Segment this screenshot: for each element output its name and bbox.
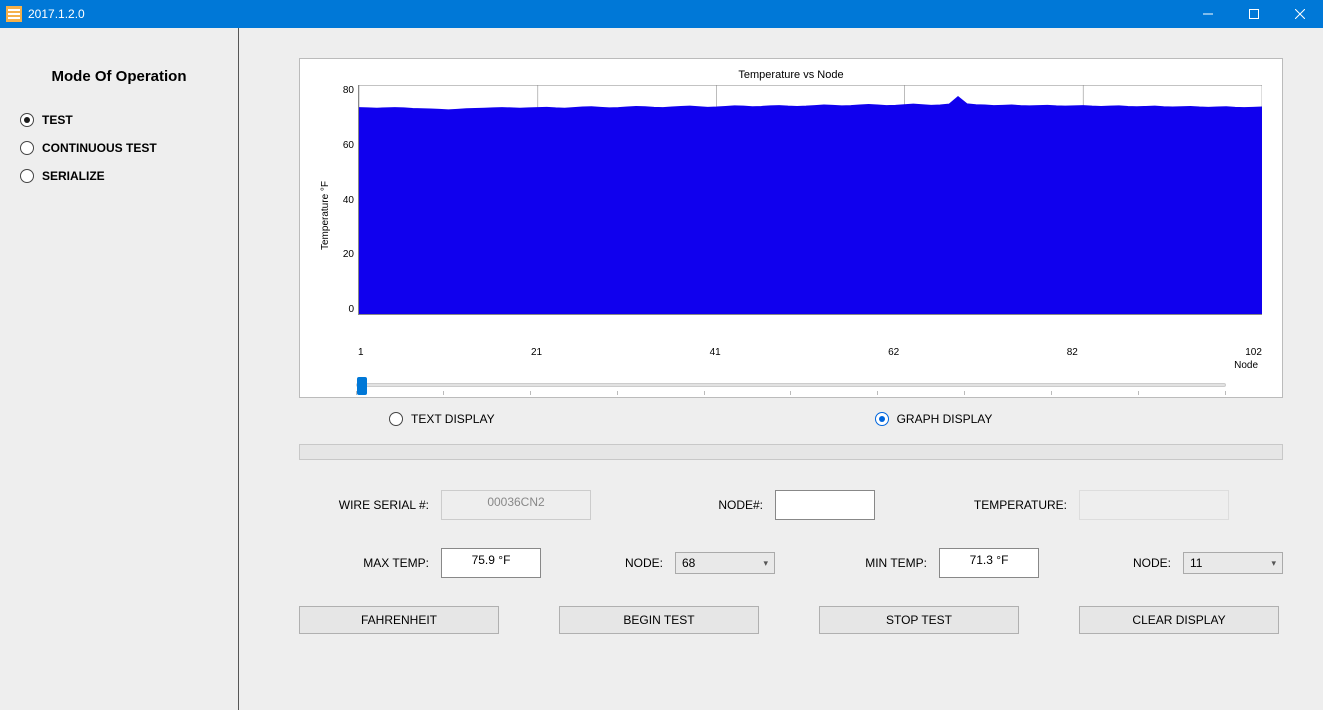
plot-area bbox=[358, 85, 1262, 315]
wire-serial-label: WIRE SERIAL #: bbox=[299, 498, 429, 512]
main-panel: Temperature vs Node Temperature °F 80 60… bbox=[239, 28, 1323, 710]
window-title: 2017.1.2.0 bbox=[28, 7, 1185, 21]
slider-thumb[interactable] bbox=[357, 377, 367, 395]
radio-icon bbox=[875, 412, 889, 426]
temperature-field bbox=[1079, 490, 1229, 520]
fahrenheit-button[interactable]: FAHRENHEIT bbox=[299, 606, 499, 634]
node-num-label: NODE#: bbox=[603, 498, 763, 512]
fields-row-2: MAX TEMP: 75.9 °F NODE: 68 ▾ MIN TEMP: 7… bbox=[299, 548, 1283, 578]
fields-row-1: WIRE SERIAL #: 00036CN2 NODE#: TEMPERATU… bbox=[299, 490, 1283, 520]
chevron-down-icon: ▾ bbox=[1271, 558, 1276, 569]
progress-bar bbox=[299, 444, 1283, 460]
radio-label: GRAPH DISPLAY bbox=[897, 412, 993, 426]
min-node-label: NODE: bbox=[1051, 556, 1171, 570]
stop-test-button[interactable]: STOP TEST bbox=[819, 606, 1019, 634]
chart-panel: Temperature vs Node Temperature °F 80 60… bbox=[299, 58, 1283, 398]
chart-title: Temperature vs Node bbox=[320, 69, 1262, 81]
chevron-down-icon: ▾ bbox=[763, 558, 768, 569]
clear-display-button[interactable]: CLEAR DISPLAY bbox=[1079, 606, 1279, 634]
radio-icon bbox=[20, 169, 34, 183]
node-num-field[interactable] bbox=[775, 490, 875, 520]
maximize-button[interactable] bbox=[1231, 0, 1277, 28]
radio-icon bbox=[389, 412, 403, 426]
radio-label: TEXT DISPLAY bbox=[411, 412, 495, 426]
mode-panel: Mode Of Operation TEST CONTINUOUS TEST S… bbox=[0, 28, 239, 710]
radio-label: SERIALIZE bbox=[42, 169, 105, 183]
mode-radio-continuous[interactable]: CONTINUOUS TEST bbox=[20, 141, 218, 155]
max-node-select[interactable]: 68 ▾ bbox=[675, 552, 775, 574]
close-button[interactable] bbox=[1277, 0, 1323, 28]
chart-slider[interactable] bbox=[320, 383, 1262, 395]
temperature-label: TEMPERATURE: bbox=[887, 498, 1067, 512]
radio-label: CONTINUOUS TEST bbox=[42, 141, 157, 155]
min-temp-label: MIN TEMP: bbox=[787, 556, 927, 570]
x-ticks: 1 21 41 62 82 102 bbox=[358, 347, 1262, 358]
max-temp-label: MAX TEMP: bbox=[299, 556, 429, 570]
min-node-select[interactable]: 11 ▾ bbox=[1183, 552, 1283, 574]
radio-label: TEST bbox=[42, 113, 73, 127]
button-row: FAHRENHEIT BEGIN TEST STOP TEST CLEAR DI… bbox=[299, 606, 1283, 634]
y-axis-label: Temperature °F bbox=[320, 85, 334, 345]
radio-icon bbox=[20, 113, 34, 127]
titlebar: 2017.1.2.0 bbox=[0, 0, 1323, 28]
wire-serial-field: 00036CN2 bbox=[441, 490, 591, 520]
mode-heading: Mode Of Operation bbox=[20, 68, 218, 85]
begin-test-button[interactable]: BEGIN TEST bbox=[559, 606, 759, 634]
x-axis-label: Node bbox=[320, 360, 1262, 371]
max-node-label: NODE: bbox=[553, 556, 663, 570]
mode-radio-serialize[interactable]: SERIALIZE bbox=[20, 169, 218, 183]
radio-icon bbox=[20, 141, 34, 155]
min-temp-field[interactable]: 71.3 °F bbox=[939, 548, 1039, 578]
minimize-button[interactable] bbox=[1185, 0, 1231, 28]
max-temp-field[interactable]: 75.9 °F bbox=[441, 548, 541, 578]
mode-radio-test[interactable]: TEST bbox=[20, 113, 218, 127]
display-radio-graph[interactable]: GRAPH DISPLAY bbox=[875, 412, 993, 426]
y-ticks: 80 60 40 20 0 bbox=[334, 85, 358, 315]
display-radio-text[interactable]: TEXT DISPLAY bbox=[389, 412, 495, 426]
app-icon bbox=[6, 6, 22, 22]
display-mode-group: TEXT DISPLAY GRAPH DISPLAY bbox=[389, 412, 1283, 426]
